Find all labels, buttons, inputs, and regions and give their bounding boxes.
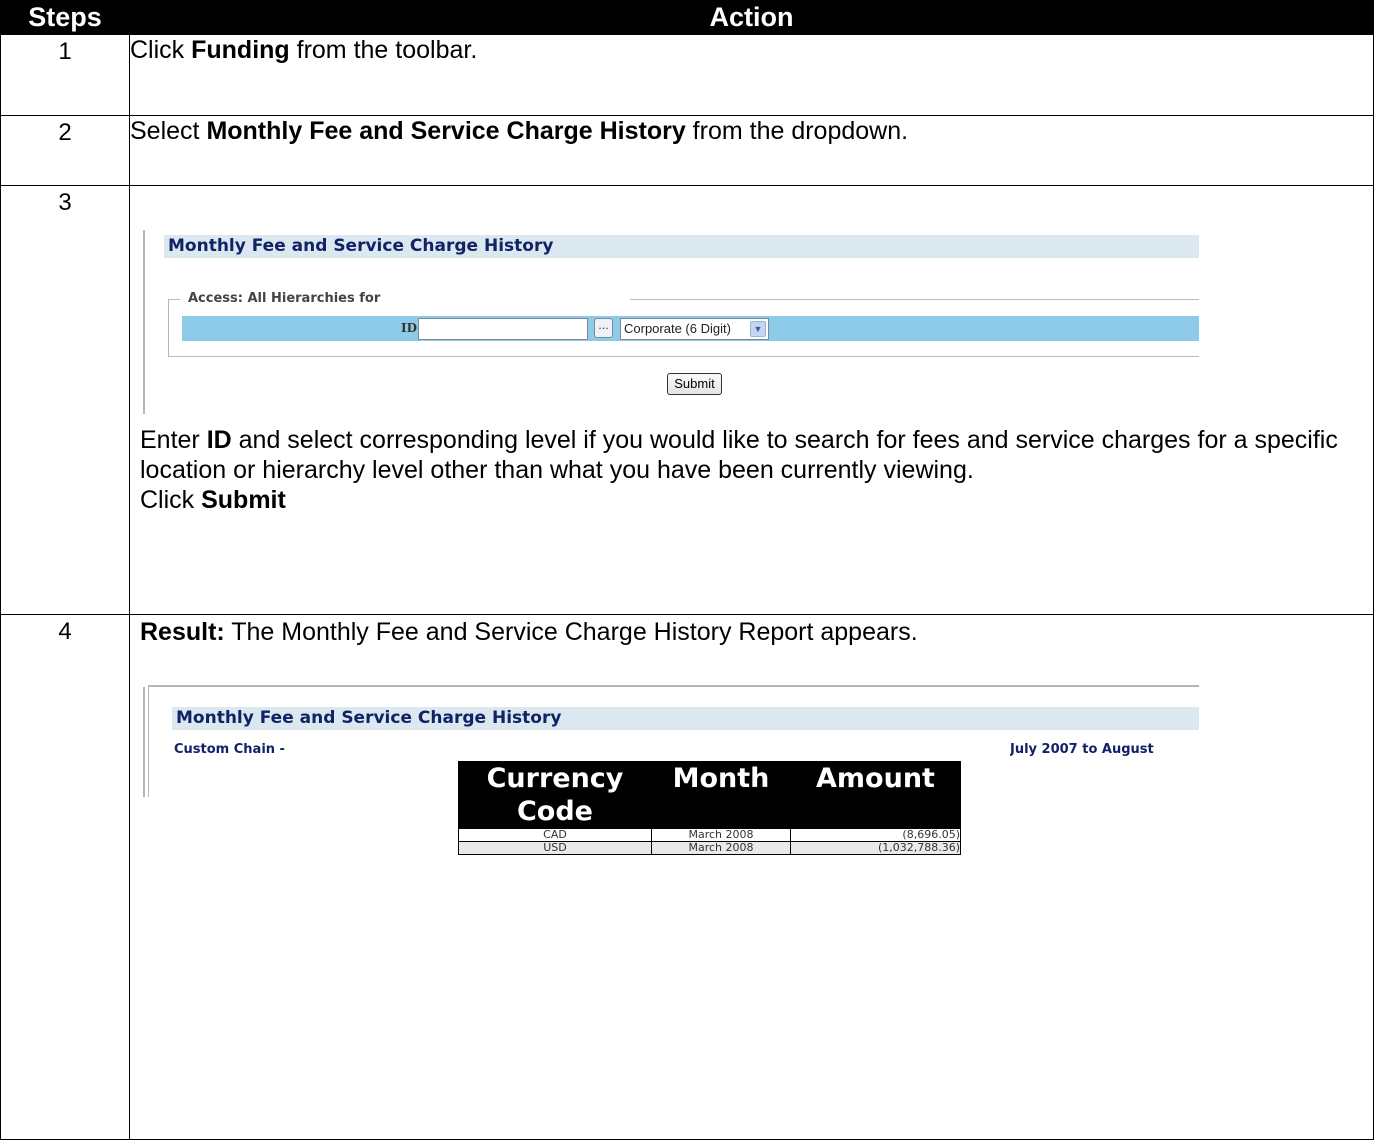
month-cell: March 2008 — [651, 828, 791, 842]
step-number: 4 — [0, 614, 130, 1140]
step-action: Result: The Monthly Fee and Service Char… — [129, 614, 1374, 1140]
action-text: from the dropdown. — [685, 117, 909, 145]
table-row: CAD March 2008 (8,696.05) — [458, 828, 961, 842]
action-text: Click — [130, 36, 192, 64]
report-screenshot: Monthly Fee and Service Charge History C… — [130, 615, 1374, 915]
id-label: ID — [401, 321, 418, 335]
table-row: USD March 2008 (1,032,788.36) — [458, 841, 961, 855]
fieldset-border — [630, 299, 1199, 300]
instruction-table: Steps Action 1 Click Funding from the to… — [0, 0, 1374, 1140]
step-row-2: 2 Select Monthly Fee and Service Charge … — [0, 115, 1374, 186]
action-emphasis: Submit — [201, 486, 286, 514]
fieldset-border — [168, 299, 180, 300]
report-title: Monthly Fee and Service Charge History — [172, 707, 1199, 730]
submit-button[interactable]: Submit — [667, 373, 722, 395]
left-border — [143, 230, 145, 414]
action-text: Enter — [140, 426, 207, 454]
step-number: 3 — [0, 185, 130, 615]
amount-cell: (8,696.05) — [790, 828, 961, 842]
chevron-down-icon[interactable]: ▼ — [750, 321, 766, 337]
action-text: Click — [140, 486, 202, 514]
step-number: 1 — [0, 34, 130, 116]
level-select[interactable]: Corporate (6 Digit) ▼ — [620, 318, 769, 340]
inner-left-border — [148, 687, 149, 797]
step-instructions: Enter ID and select corresponding level … — [130, 423, 1340, 515]
fieldset-border — [168, 356, 1199, 357]
currency-cell: USD — [458, 841, 652, 855]
step-row-4: 4 Result: The Monthly Fee and Service Ch… — [0, 614, 1374, 1140]
amount-cell: (1,032,788.36) — [790, 841, 961, 855]
action-text: Select — [130, 117, 207, 145]
action-emphasis: Funding — [191, 36, 290, 64]
report-table: Currency Code Month Amount CAD March 200… — [458, 761, 961, 855]
id-input[interactable] — [418, 318, 588, 340]
step-action: Monthly Fee and Service Charge History A… — [129, 185, 1374, 615]
lookup-button[interactable]: ... — [594, 318, 613, 338]
fieldset-legend: Access: All Hierarchies for — [188, 291, 381, 306]
month-cell: March 2008 — [651, 841, 791, 855]
header-row: Steps Action — [0, 0, 1374, 35]
page-title: Monthly Fee and Service Charge History — [164, 235, 1199, 258]
left-border — [143, 687, 145, 797]
fieldset-left-border — [168, 299, 169, 357]
top-border — [148, 685, 1199, 687]
currency-cell: CAD — [458, 828, 652, 842]
table-header-row: Currency Code Month Amount — [458, 761, 961, 829]
step-action: Click Funding from the toolbar. — [129, 34, 1374, 116]
step-action: Select Monthly Fee and Service Charge Hi… — [129, 115, 1374, 186]
action-header: Action — [129, 0, 1374, 35]
step-row-3: 3 Monthly Fee and Service Charge History… — [0, 185, 1374, 615]
column-header: Currency Code — [458, 761, 652, 829]
steps-header: Steps — [0, 0, 130, 35]
step-row-1: 1 Click Funding from the toolbar. — [0, 34, 1374, 116]
search-screen-screenshot: Monthly Fee and Service Charge History A… — [130, 186, 1374, 614]
action-emphasis: ID — [206, 426, 232, 454]
column-header: Amount — [790, 761, 961, 829]
column-header: Month — [651, 761, 791, 829]
action-emphasis: Monthly Fee and Service Charge History — [206, 117, 686, 145]
level-select-value: Corporate (6 Digit) — [624, 321, 731, 336]
date-range: July 2007 to August — [1010, 742, 1154, 757]
action-text: from the toolbar. — [289, 36, 478, 64]
chain-label: Custom Chain - — [174, 742, 285, 757]
step-number: 2 — [0, 115, 130, 186]
action-text: and select corresponding level if you wo… — [140, 426, 1338, 484]
